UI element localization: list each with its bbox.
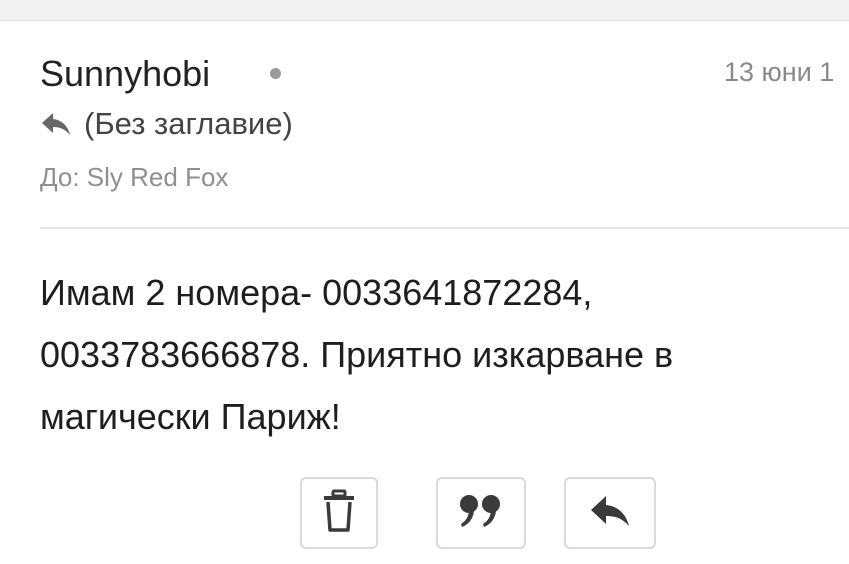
reply-arrow-icon <box>40 110 72 138</box>
reply-button[interactable] <box>564 477 656 549</box>
reply-icon <box>589 494 631 533</box>
header-divider <box>40 227 849 229</box>
body-line: магически Париж! <box>40 396 341 437</box>
message-body: Имам 2 номера- 0033641872284, 0033783666… <box>40 262 840 448</box>
message-date: 13 юни 1 <box>724 57 835 87</box>
body-line: Имам 2 номера- 0033641872284, <box>40 272 593 313</box>
quote-button[interactable] <box>436 477 526 549</box>
recipient-line: До: Sly Red Fox <box>40 162 229 192</box>
trash-icon <box>322 489 356 538</box>
delete-button[interactable] <box>300 477 378 549</box>
sender-name: Sunnyhobi <box>40 53 211 94</box>
quote-icon <box>458 494 504 533</box>
unread-dot <box>270 68 281 79</box>
subject-row: (Без заглавие) <box>40 104 293 144</box>
message-subject: (Без заглавие) <box>84 106 293 141</box>
body-line: 0033783666878. Приятно изкарване в <box>40 334 674 375</box>
top-bar <box>0 0 849 21</box>
